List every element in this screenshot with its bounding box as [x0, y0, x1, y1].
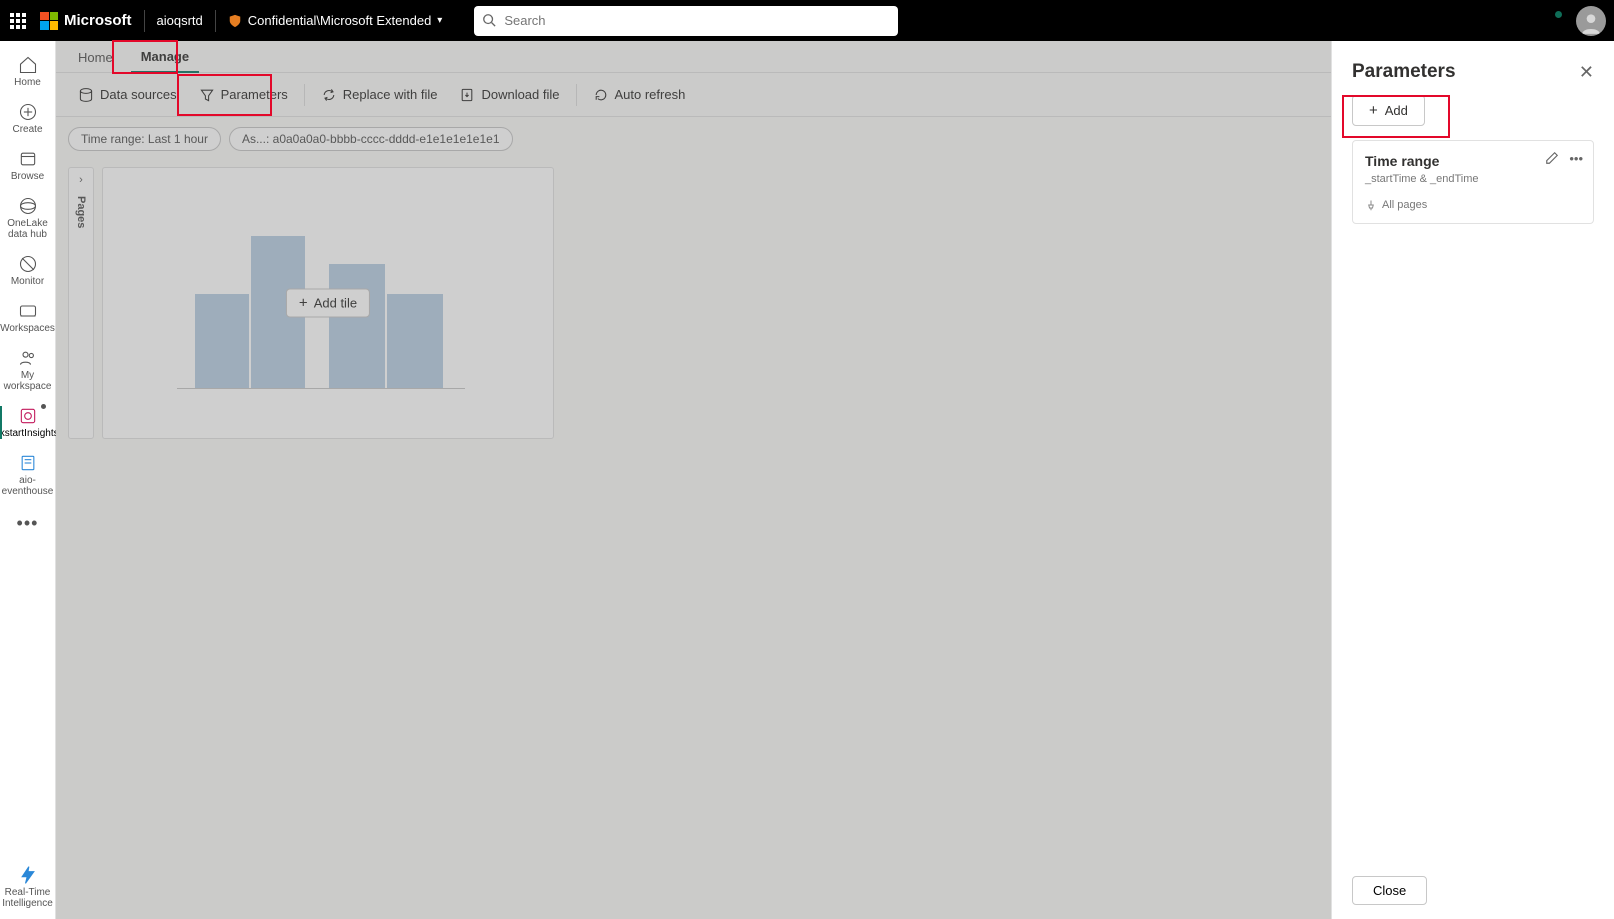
parameter-card-time-range[interactable]: ••• Time range _startTime & _endTime All…: [1352, 140, 1594, 224]
panel-title: Parameters: [1352, 61, 1579, 83]
left-nav: Home Create Browse OneLake data hub Moni…: [0, 41, 56, 919]
nav-onelake[interactable]: OneLake data hub: [0, 190, 56, 246]
bolt-icon: [18, 865, 38, 885]
search-icon: [482, 13, 496, 30]
plus-icon: +: [1369, 103, 1378, 118]
eventhouse-icon: [18, 453, 38, 473]
divider: [215, 10, 216, 32]
app-launcher-icon[interactable]: [8, 11, 28, 31]
nav-monitor[interactable]: Monitor: [0, 248, 56, 293]
browse-icon: [18, 149, 38, 169]
parameter-card-scope: All pages: [1365, 199, 1581, 211]
monitor-icon: [18, 254, 38, 274]
home-icon: [18, 55, 38, 75]
user-avatar[interactable]: [1576, 6, 1606, 36]
presence-dot-icon: [1553, 9, 1564, 20]
nav-browse[interactable]: Browse: [0, 143, 56, 188]
nav-home[interactable]: Home: [0, 49, 56, 94]
edit-icon[interactable]: [1545, 151, 1559, 168]
workspaces-icon: [18, 301, 38, 321]
presence-indicator[interactable]: [1540, 9, 1564, 33]
microsoft-logo: Microsoft: [40, 12, 132, 30]
plus-circle-icon: [18, 102, 38, 122]
parameter-card-subtitle: _startTime & _endTime: [1365, 173, 1581, 185]
nav-more[interactable]: •••: [17, 505, 39, 542]
search-input[interactable]: [474, 6, 898, 36]
people-icon: [18, 348, 38, 368]
chevron-down-icon: ▾: [437, 15, 442, 26]
microsoft-logo-icon: [40, 12, 58, 30]
sensitivity-dropdown[interactable]: Confidential\Microsoft Extended ▾: [228, 13, 443, 28]
sensitivity-label: Confidential\Microsoft Extended: [248, 13, 432, 28]
tenant-label: aioqsrtd: [157, 13, 203, 28]
activity-dot-icon: [41, 404, 46, 409]
close-button[interactable]: Close: [1352, 876, 1427, 905]
parameters-panel: Parameters ✕ + Add •••: [1331, 41, 1614, 919]
pin-icon: [1365, 199, 1377, 211]
nav-create[interactable]: Create: [0, 96, 56, 141]
nav-quickstart-insights[interactable]: QuickstartInsightsAIO: [0, 400, 56, 445]
dashboard-icon: [18, 406, 38, 426]
nav-workspaces[interactable]: Workspaces: [0, 295, 56, 340]
close-icon[interactable]: ✕: [1579, 62, 1594, 83]
nav-my-workspace[interactable]: My workspace: [0, 342, 56, 398]
nav-aio-eventhouse[interactable]: aio-eventhouse: [0, 447, 56, 503]
nav-realtime-intelligence[interactable]: Real-Time Intelligence: [0, 859, 56, 919]
onelake-icon: [18, 196, 38, 216]
shield-icon: [228, 14, 242, 28]
divider: [144, 10, 145, 32]
brand-text: Microsoft: [64, 12, 132, 29]
more-icon[interactable]: •••: [1569, 151, 1583, 168]
add-parameter-button[interactable]: + Add: [1352, 95, 1425, 126]
